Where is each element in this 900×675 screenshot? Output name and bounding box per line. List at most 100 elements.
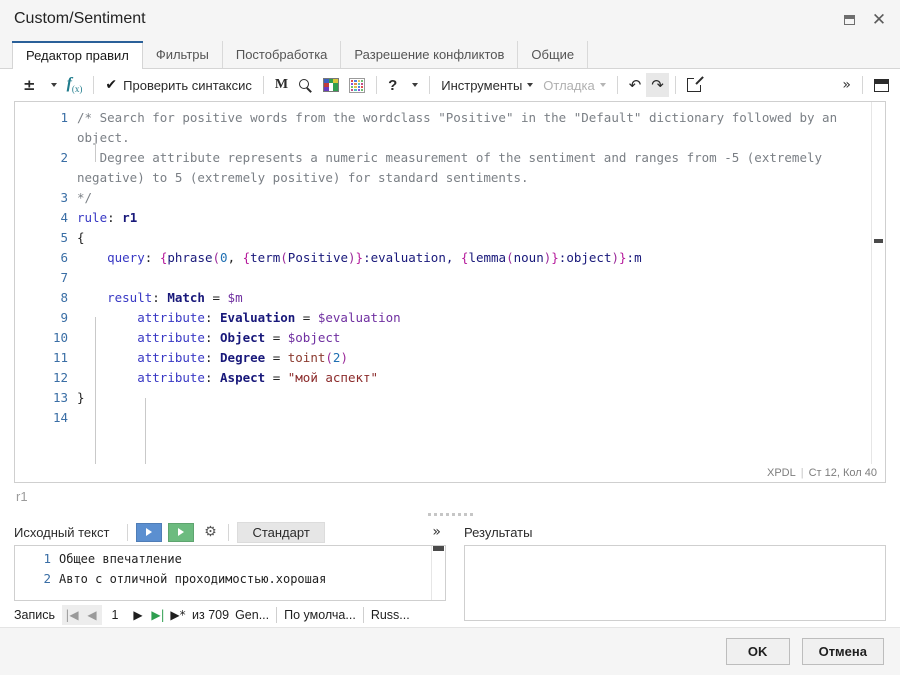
current-record-input[interactable]: 1 xyxy=(102,608,128,622)
cancel-button[interactable]: Отмена xyxy=(801,638,884,665)
next-icon: ▶ xyxy=(133,608,143,622)
tools-menu[interactable]: Инструменты xyxy=(436,73,538,97)
code-lines[interactable]: 1 /* Search for positive words from the w… xyxy=(15,102,871,464)
run-step-button[interactable] xyxy=(168,522,195,542)
code-token: */ xyxy=(77,190,93,205)
dictionary-button[interactable] xyxy=(318,73,344,97)
source-resize-grip[interactable] xyxy=(445,546,446,600)
panel-icon xyxy=(874,78,889,92)
mode-selector[interactable]: Стандарт xyxy=(237,521,325,543)
tab-postprocessing[interactable]: Постобработка xyxy=(223,41,342,68)
tab-rule-editor[interactable]: Редактор правил xyxy=(12,41,143,69)
toggle-panel-button[interactable] xyxy=(869,73,894,97)
question-mark-icon: ? xyxy=(388,76,398,94)
palette-button[interactable] xyxy=(344,73,370,97)
tab-filters[interactable]: Фильтры xyxy=(143,41,223,68)
function-icon: f(x) xyxy=(66,74,83,95)
source-vertical-scrollbar[interactable] xyxy=(431,546,445,600)
help-dropdown[interactable] xyxy=(402,73,423,97)
code-token: } xyxy=(619,250,627,265)
undo-button[interactable]: ↶ xyxy=(624,73,647,97)
previous-record-button[interactable]: ◀ xyxy=(82,605,103,625)
code-token: query xyxy=(107,250,145,265)
previous-icon: ◀ xyxy=(87,608,97,622)
first-record-button[interactable]: |◀ xyxy=(62,605,83,625)
debug-menu[interactable]: Отладка xyxy=(538,73,610,97)
code-token: "мой аспект" xyxy=(287,370,379,385)
new-record-button[interactable]: ▶* xyxy=(168,605,188,625)
chevron-down-icon xyxy=(599,83,606,87)
code-line: 10 attribute: Object = $object xyxy=(15,328,871,348)
code-token: $m xyxy=(227,290,243,305)
source-overflow-button[interactable]: » xyxy=(427,520,446,544)
last-record-button[interactable]: ▶| xyxy=(148,605,168,625)
run-button[interactable] xyxy=(136,522,163,542)
indent-guide xyxy=(95,317,96,464)
dictionary-icon xyxy=(323,78,340,92)
ok-label: OK xyxy=(747,644,768,659)
code-token: r1 xyxy=(122,210,138,225)
language-label: Russ... xyxy=(370,608,410,622)
scrollbar-thumb[interactable] xyxy=(433,546,444,551)
redo-icon: ↷ xyxy=(651,75,664,94)
editor-vertical-scrollbar[interactable] xyxy=(871,102,885,464)
check-syntax-button[interactable]: ✔ Проверить синтаксис xyxy=(100,73,256,97)
code-token: ( xyxy=(506,250,514,265)
insert-remove-dropdown[interactable] xyxy=(41,73,62,97)
results-output-box[interactable] xyxy=(464,545,886,621)
code-token: : xyxy=(204,310,221,325)
code-token: } xyxy=(355,250,364,265)
code-token: Match xyxy=(167,290,205,305)
new-record-icon: ▶* xyxy=(170,608,186,622)
scrollbar-thumb[interactable] xyxy=(874,239,883,243)
macro-button[interactable]: M xyxy=(270,73,293,97)
code-line: 3 */ xyxy=(15,188,871,208)
code-line: 2 Degree attribute represents a numeric … xyxy=(15,148,871,188)
toolbar-overflow-button[interactable]: » xyxy=(837,73,856,97)
line-number: 1 xyxy=(43,551,51,566)
window-title: Custom/Sentiment xyxy=(14,9,146,27)
code-token: = xyxy=(295,310,318,325)
code-token: phrase xyxy=(167,250,213,265)
tab-general[interactable]: Общие xyxy=(518,41,589,68)
cancel-label: Отмена xyxy=(818,644,867,659)
close-window-button[interactable]: ✕ xyxy=(864,6,894,34)
source-text-box[interactable]: 1 Общее впечатление 2 Авто с отличной прохо… xyxy=(14,545,446,601)
code-text: attribute: Object = $object xyxy=(77,328,871,348)
settings-button[interactable]: ⚙ xyxy=(200,522,220,542)
insert-remove-button[interactable]: ± xyxy=(18,73,41,97)
redo-button[interactable]: ↷ xyxy=(646,73,669,97)
horizontal-splitter[interactable] xyxy=(0,509,900,519)
code-token: ) xyxy=(340,350,348,365)
line-number: 8 xyxy=(60,290,68,305)
source-text-lines[interactable]: 1 Общее впечатление 2 Авто с отличной прохо… xyxy=(15,546,431,600)
code-token: term xyxy=(250,250,281,265)
code-token: { xyxy=(77,230,85,245)
ok-button[interactable]: OK xyxy=(725,638,790,665)
source-text: Авто с отличной проходимостью.хорошая xyxy=(59,572,327,586)
first-icon: |◀ xyxy=(65,608,79,622)
code-text: */ xyxy=(77,188,871,208)
line-number: 6 xyxy=(60,250,68,265)
help-button[interactable]: ? xyxy=(383,73,402,97)
open-external-button[interactable] xyxy=(682,73,706,97)
function-button[interactable]: f(x) xyxy=(62,73,88,97)
restore-window-button[interactable] xyxy=(834,6,864,34)
search-button[interactable] xyxy=(293,73,318,97)
toolbar-separator xyxy=(674,76,676,94)
code-token: attribute xyxy=(137,370,205,385)
status-separator xyxy=(362,607,364,623)
next-record-button[interactable]: ▶ xyxy=(128,605,148,625)
code-editor-viewport: 1 /* Search for positive words from the w… xyxy=(15,102,885,464)
code-editor[interactable]: 1 /* Search for positive words from the w… xyxy=(14,101,886,483)
code-token: noun xyxy=(513,250,544,265)
macro-icon: M xyxy=(274,77,289,92)
line-number: 13 xyxy=(52,390,68,405)
source-text-toolbar: Исходный текст ⚙ Стандарт » xyxy=(14,519,446,545)
play-icon xyxy=(178,528,185,536)
tab-conflict-resolution[interactable]: Разрешение конфликтов xyxy=(341,41,519,68)
toolbar-separator xyxy=(616,76,618,94)
